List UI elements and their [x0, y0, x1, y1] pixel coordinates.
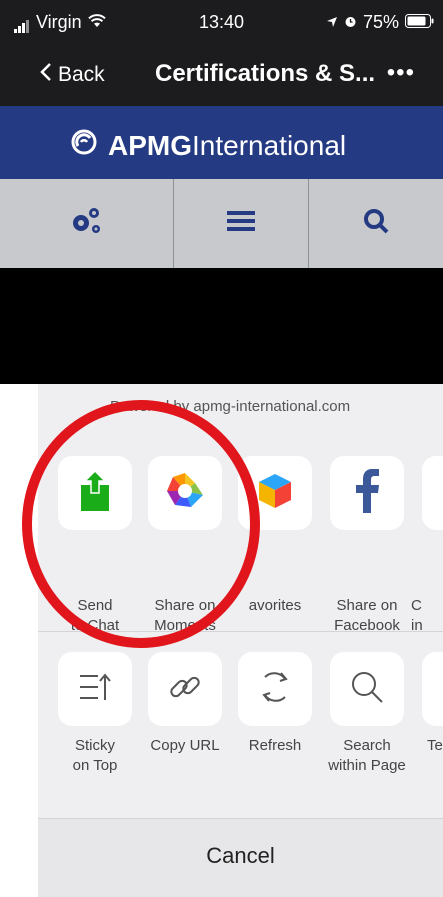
share-on-moments-button[interactable] — [148, 456, 222, 530]
cancel-area: Cancel — [38, 818, 443, 897]
settings-button[interactable] — [0, 179, 173, 268]
refresh-button[interactable] — [238, 652, 312, 726]
favorites-cube-icon — [257, 472, 293, 515]
refresh-label: Refresh — [248, 737, 302, 754]
partial-share-label: C in — [411, 597, 423, 634]
page-title: Certifications & S... — [155, 60, 376, 87]
sheet-header: Powered by apmg-international.com — [110, 398, 351, 415]
location-icon — [326, 12, 338, 33]
more-button[interactable]: ••• — [387, 59, 415, 87]
copy-url-label: Copy URL — [150, 737, 220, 754]
apmg-logo: APMGInternational — [70, 128, 346, 163]
magnifier-icon — [363, 208, 389, 239]
nav-bar: Back Certifications & S... ••• — [0, 44, 443, 106]
row-divider — [38, 631, 443, 632]
chevron-left-icon — [40, 62, 52, 88]
hamburger-icon — [227, 210, 255, 237]
swirl-logo-icon — [70, 128, 98, 163]
send-to-chat-button[interactable] — [58, 456, 132, 530]
battery-icon — [405, 12, 435, 33]
search-icon — [350, 670, 384, 709]
search-within-page-button[interactable] — [330, 652, 404, 726]
brand-bar: APMGInternational — [0, 106, 443, 179]
search-button[interactable] — [309, 179, 443, 268]
favorites-button[interactable] — [238, 456, 312, 530]
moments-aperture-icon — [165, 471, 205, 516]
page-content — [0, 268, 443, 384]
sticky-on-top-button[interactable] — [58, 652, 132, 726]
screen: Virgin 13:40 75% Back Certifications & S… — [0, 0, 443, 897]
send-to-chat-icon — [78, 469, 112, 516]
send-to-chat-label: Send to Chat — [70, 597, 120, 634]
partial-share-button[interactable] — [422, 456, 443, 530]
menu-button[interactable] — [174, 179, 308, 268]
web-toolbar — [0, 179, 443, 270]
back-button[interactable]: Back — [40, 62, 105, 88]
status-bar: Virgin 13:40 75% — [0, 0, 443, 44]
back-label: Back — [58, 63, 105, 86]
share-on-facebook-label: Share on Facebook — [334, 597, 400, 634]
cancel-button[interactable]: Cancel — [38, 843, 443, 869]
brand-light: International — [192, 129, 347, 161]
sticky-on-top-label: Sticky on Top — [72, 737, 118, 774]
share-on-facebook-button[interactable] — [330, 456, 404, 530]
gears-icon — [67, 205, 107, 242]
alarm-icon — [344, 12, 357, 33]
favorites-label: avorites — [248, 597, 302, 614]
status-right: 75% — [326, 12, 435, 33]
refresh-icon — [257, 669, 293, 710]
search-within-page-label: Search within Page — [328, 737, 406, 774]
copy-url-button[interactable] — [148, 652, 222, 726]
partial-tool-label: Te — [427, 737, 443, 754]
partial-tool-button[interactable] — [422, 652, 443, 726]
brand-bold: APMG — [108, 129, 192, 161]
link-icon — [168, 670, 202, 709]
facebook-icon — [354, 468, 380, 518]
battery-percent: 75% — [362, 12, 399, 32]
sticky-on-top-icon — [78, 672, 112, 707]
share-sheet: Powered by apmg-international.com Send t… — [38, 384, 443, 897]
share-on-moments-label: Share on Moments — [154, 597, 216, 634]
